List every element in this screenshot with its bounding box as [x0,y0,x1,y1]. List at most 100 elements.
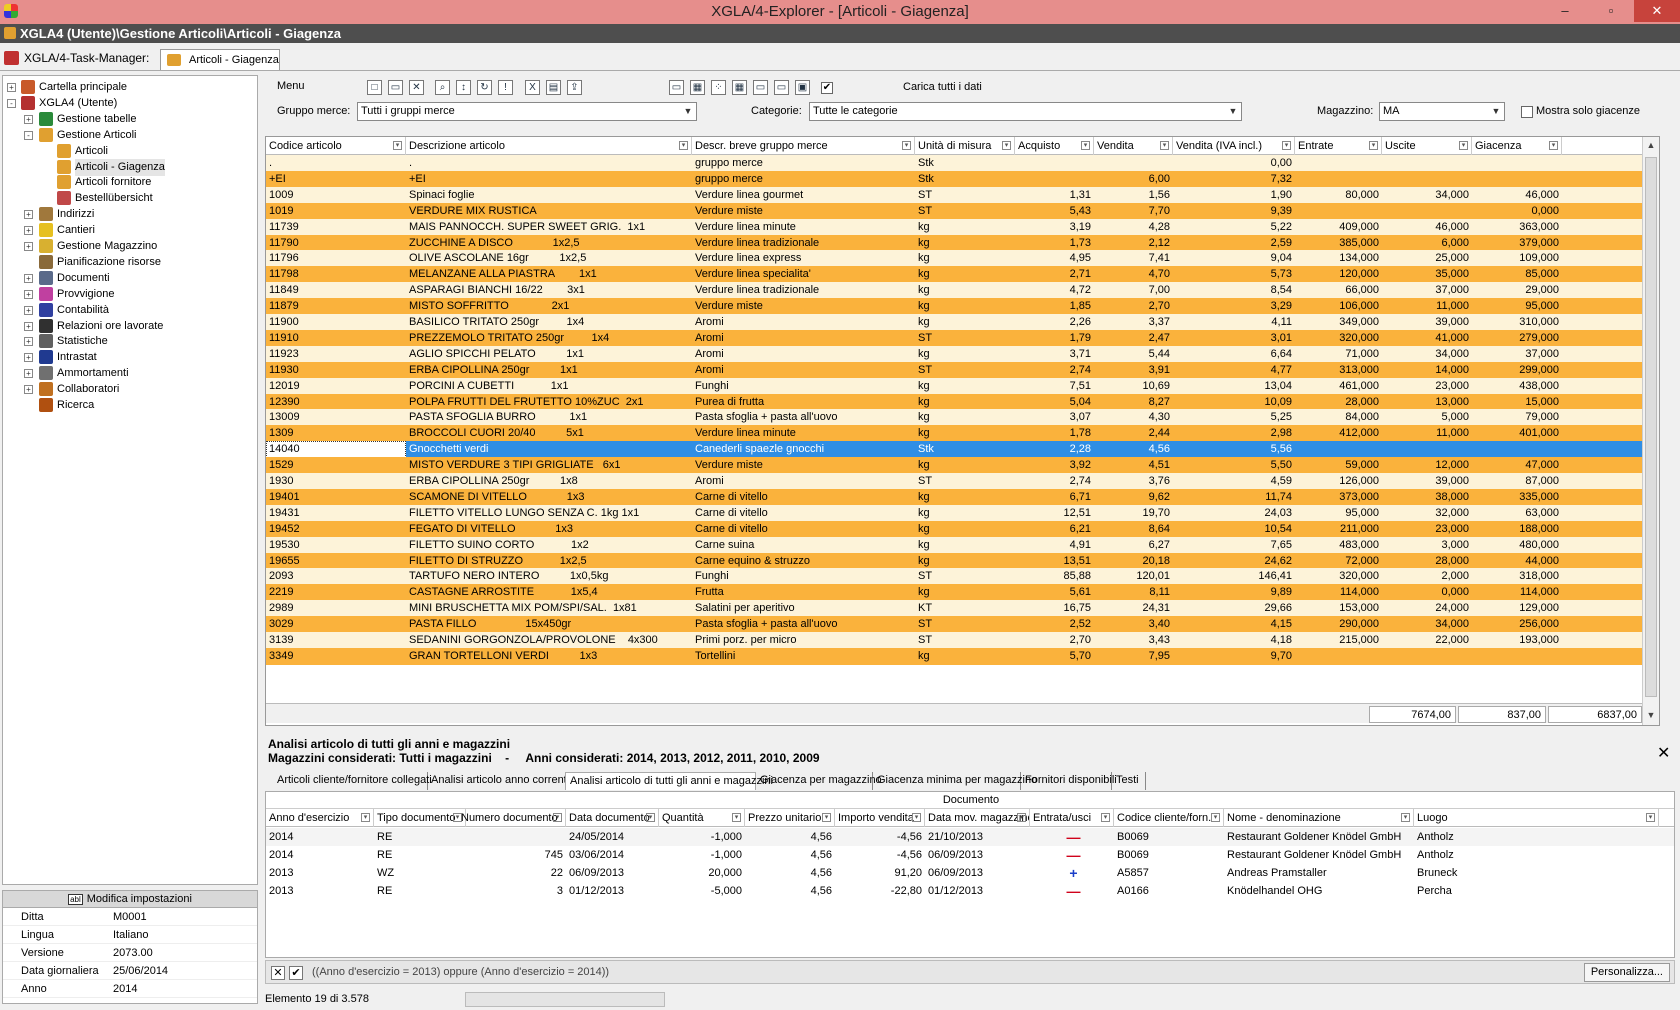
chevron-down-icon[interactable]: ▼ [1225,103,1241,120]
categorie-select[interactable]: Tutte le categorie ▼ [809,102,1242,121]
table-row[interactable]: 12019 PORCINI A CUBETTI 1x1 Funghi kg 7,51 10… [266,377,1659,395]
scroll-up-icon[interactable]: ▲ [1643,137,1659,154]
task-tab-articoli-giagenza[interactable]: Articoli - Giagenza [160,49,280,70]
table-row[interactable]: 19401 SCAMONE DI VITELLO 1x3 Carne di vite… [266,488,1659,506]
filter-icon[interactable]: ▾ [553,813,562,822]
expand-icon[interactable]: + [24,210,33,220]
table-row[interactable]: 11798 MELANZANE ALLA PIASTRA 1x1 Verdure l… [266,266,1659,284]
filter-icon[interactable]: ▾ [361,813,370,822]
table-row[interactable]: 1019 VERDURE MIX RUSTICA Verdure miste ST 5,… [266,202,1659,220]
refresh-icon[interactable]: ↻ [477,80,492,95]
table-row[interactable]: 11900 BASILICO TRITATO 250gr 1x4 Aromi kg 2,… [266,314,1659,331]
expand-icon[interactable]: + [7,83,16,92]
settings-row[interactable]: Lingua Italiano [3,926,257,944]
table-row[interactable]: 3349 GRAN TORTELLONI VERDI 1x3 Tortellini k… [266,647,1659,665]
layout-form-icon[interactable]: ▦ [690,80,705,95]
table-row[interactable]: 13009 PASTA SFOGLIA BURRO 1x1 Pasta sfogli… [266,409,1659,427]
table-row[interactable]: 3029 PASTA FILLO 15x450gr Pasta sfoglia + … [266,616,1659,634]
articles-grid[interactable]: Codice articolo ▾ Descrizione articolo ▾ Des… [265,136,1660,726]
clear-filter-icon[interactable]: ✕ [271,966,285,980]
table-row[interactable]: 11739 MAIS PANNOCCH. SUPER SWEET GRIG. 1x… [266,218,1659,236]
filter-icon[interactable]: ▾ [1017,813,1026,822]
table-row[interactable]: 11923 AGLIO SPICCHI PELATO 1x1 Aromi kg 3,71… [266,345,1659,363]
chevron-down-icon[interactable]: ▼ [1488,103,1504,120]
open-folder-icon[interactable]: ▭ [388,80,403,95]
column-header[interactable]: Numero documento ▾ [458,809,566,827]
expand-icon[interactable]: + [24,242,33,251]
grid-dots-icon[interactable]: ⁘ [711,80,726,95]
settings-grid-icon[interactable]: ▣ [795,80,810,95]
table-row[interactable]: 19655 FILETTO DI STRUZZO 1x2,5 Carne equin… [266,552,1659,570]
expand-icon[interactable]: + [24,385,33,395]
settings-row[interactable]: Ditta M0001 [3,908,257,926]
layout-top-icon[interactable]: ▭ [753,80,768,95]
alert-icon[interactable]: ! [498,80,513,95]
analysis-tab[interactable]: Fornitori disponibili [1021,772,1117,790]
filter-icon[interactable]: ▾ [1459,141,1468,150]
filter-icon[interactable]: ▾ [822,813,831,822]
column-header[interactable]: Data documento ▾ [566,809,659,827]
chevron-down-icon[interactable]: ▼ [680,103,696,120]
expand-icon[interactable]: + [24,226,33,236]
filter-icon[interactable]: ▾ [1211,813,1220,822]
table-row[interactable]: 3139 SEDANINI GORGONZOLA/PROVOLONE 4x300 P… [266,632,1659,649]
column-header[interactable]: Vendita ▾ [1094,137,1173,155]
filter-icon[interactable]: ▾ [1549,141,1558,150]
vertical-scrollbar[interactable]: ▲ ▼ [1642,137,1659,725]
column-header[interactable]: Codice articolo ▾ [266,137,406,155]
column-header[interactable]: Descr. breve gruppo merce ▾ [692,137,915,155]
table-row[interactable]: 11849 ASPARAGI BIANCHI 16/22 3x1 Verdure l… [266,282,1659,300]
minimize-button[interactable]: – [1542,0,1588,22]
new-document-icon[interactable]: □ [367,80,382,95]
layout-bottom-icon[interactable]: ▭ [774,80,789,95]
expand-icon[interactable]: + [24,114,33,124]
table-row[interactable]: 12390 POLPA FRUTTI DEL FRUTETTO 10%ZUC 2x… [266,393,1659,411]
table-row[interactable]: 11930 ERBA CIPOLLINA 250gr 1x1 Aromi ST 2,74… [266,361,1659,379]
expand-icon[interactable]: + [24,273,33,283]
analysis-tab[interactable]: Analisi articolo di tutti gli anni e mag… [565,772,773,790]
expand-icon[interactable]: + [24,353,33,363]
filter-icon[interactable]: ▾ [1081,141,1090,150]
excel-export-icon[interactable]: X [525,80,540,95]
table-row[interactable]: 11790 ZUCCHINE A DISCO 1x2,5 Verdure linea… [266,234,1659,252]
column-header[interactable]: Luogo ▾ [1414,809,1659,827]
column-header[interactable]: Codice cliente/forn. ▾ [1114,809,1224,827]
column-header[interactable]: Giacenza ▾ [1472,137,1562,155]
print-preview-icon[interactable]: ▤ [546,80,561,95]
filter-icon[interactable]: ▾ [902,141,911,150]
grid-icon[interactable]: ▦ [732,80,747,95]
table-row[interactable]: .. gruppo merce Stk 0,00 [266,155,1659,172]
collapse-icon[interactable]: - [7,98,16,108]
search-list-icon[interactable]: ⌕ [435,80,450,95]
expand-icon[interactable]: + [24,289,33,299]
table-row[interactable]: 11879 MISTO SOFFRITTO 2x1 Verdure miste kg 1… [266,298,1659,316]
table-row[interactable]: 19530 FILETTO SUINO CORTO 1x2 Carne suina k… [266,536,1659,554]
column-header[interactable]: Entrata/usci ▾ [1030,809,1114,827]
column-header[interactable]: Anno d'esercizio ▾ [266,809,374,827]
table-row[interactable]: 2093 TARTUFO NERO INTERO 1x0,5kg Funghi ST 8… [266,568,1659,586]
table-row[interactable]: 2014 RE 24/05/2014 -1,000 4,56 -4,56 21/10/201… [266,828,1674,846]
filter-icon[interactable]: ▾ [1646,813,1655,822]
settings-row[interactable]: Anno 2014 [3,980,257,998]
enable-filter-checkbox[interactable]: ✔ [289,966,303,980]
expand-icon[interactable]: + [24,369,33,379]
table-row[interactable]: 2989 MINI BRUSCHETTA MIX POM/SPI/SAL. 1x8… [266,600,1659,618]
navigation-tree[interactable]: + Cartella principale - XGLA4 (Utente) + Gest… [2,75,258,885]
carica-tutti-checkbox[interactable]: ✔ [821,82,833,94]
column-header[interactable]: Uscite ▾ [1382,137,1472,155]
analysis-tab[interactable]: Giacenza minima per magazzino [873,772,1037,790]
analysis-tab[interactable]: Articoli cliente/fornitore collegati [273,772,432,790]
filter-icon[interactable]: ▾ [1369,141,1378,150]
table-row[interactable]: 1529 MISTO VERDURE 3 TIPI GRIGLIATE 6x1 Ve… [266,457,1659,475]
column-header[interactable]: Vendita (IVA incl.) ▾ [1173,137,1295,155]
settings-row[interactable]: Versione 2073.00 [3,944,257,962]
collapse-icon[interactable]: - [24,130,33,140]
mostra-solo-giacenze-checkbox[interactable] [1521,106,1533,118]
column-header[interactable]: Quantità ▾ [659,809,745,827]
table-row[interactable]: 2013 RE 3 01/12/2013 -5,000 4,56 -22,80 01/12/2… [266,882,1674,900]
menu-button[interactable]: Menu [277,80,305,92]
maximize-button[interactable]: ▫ [1588,0,1634,22]
column-header[interactable]: Prezzo unitario ▾ [745,809,835,827]
table-row[interactable]: 2013 WZ 22 06/09/2013 20,000 4,56 91,20 06/09/2… [266,864,1674,882]
filter-icon[interactable]: ▾ [1160,141,1169,150]
